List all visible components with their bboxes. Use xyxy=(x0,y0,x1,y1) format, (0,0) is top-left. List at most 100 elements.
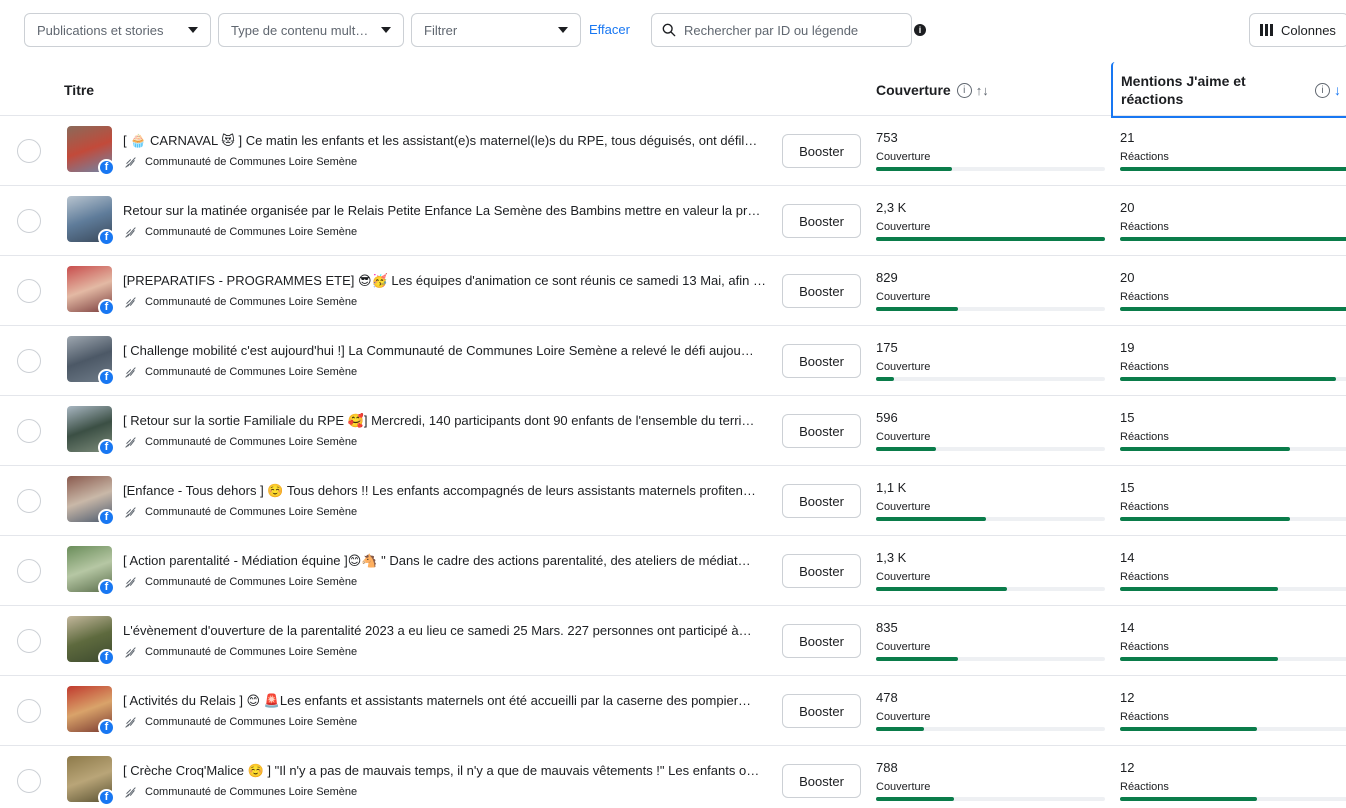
clear-link[interactable]: Effacer xyxy=(589,22,630,37)
boost-button[interactable]: Booster xyxy=(782,764,861,798)
coverage-bar xyxy=(876,167,1105,171)
content-type-dropdown[interactable]: Type de contenu mult… xyxy=(218,13,404,47)
author-name: Communauté de Communes Loire Semène xyxy=(145,786,358,798)
search-icon xyxy=(662,23,676,37)
boost-button[interactable]: Booster xyxy=(782,414,861,448)
reactions-metric: 14 Réactions xyxy=(1120,620,1346,661)
row-select-radio[interactable] xyxy=(17,769,41,793)
boost-button[interactable]: Booster xyxy=(782,204,861,238)
facebook-icon: f xyxy=(98,579,115,596)
row-select-radio[interactable] xyxy=(17,629,41,653)
coverage-bar-fill xyxy=(876,797,954,801)
post-caption[interactable]: [PREPARATIFS - PROGRAMMES ETE] 😎🥳 Les éq… xyxy=(123,273,773,289)
table-row: f Retour sur la matinée organisée par le… xyxy=(0,186,1346,256)
post-caption[interactable]: [ Retour sur la sortie Familiale du RPE … xyxy=(123,413,773,429)
coverage-metric: 835 Couverture xyxy=(876,620,1105,661)
post-caption[interactable]: [ Action parentalité - Médiation équine … xyxy=(123,553,773,569)
boost-button[interactable]: Booster xyxy=(782,484,861,518)
boost-button[interactable]: Booster xyxy=(782,554,861,588)
row-select-radio[interactable] xyxy=(17,279,41,303)
search-input[interactable] xyxy=(684,22,884,38)
reactions-bar-fill xyxy=(1120,797,1257,801)
reactions-label: Réactions xyxy=(1120,291,1169,303)
reactions-bar xyxy=(1120,797,1346,801)
columns-label: Colonnes xyxy=(1281,22,1336,38)
facebook-icon: f xyxy=(98,369,115,386)
reactions-value: 15 xyxy=(1120,410,1135,425)
column-header-coverage[interactable]: Couverture i ↑↓ xyxy=(876,82,989,98)
sort-descending-icon[interactable]: ↓ xyxy=(1334,82,1341,98)
table-row: f [ Retour sur la sortie Familiale du RP… xyxy=(0,396,1346,466)
reactions-metric: 20 Réactions xyxy=(1120,270,1346,311)
reactions-label: Réactions xyxy=(1120,431,1169,443)
author-name: Communauté de Communes Loire Semène xyxy=(145,366,358,378)
reactions-metric: 15 Réactions xyxy=(1120,480,1346,521)
post-author: Communauté de Communes Loire Semène xyxy=(125,716,357,728)
boost-rocket-icon xyxy=(125,786,136,798)
columns-button[interactable]: Colonnes xyxy=(1249,13,1346,47)
caret-down-icon xyxy=(188,27,198,33)
row-select-radio[interactable] xyxy=(17,209,41,233)
info-icon[interactable]: i xyxy=(1315,82,1330,98)
boost-button[interactable]: Booster xyxy=(782,694,861,728)
publications-type-dropdown[interactable]: Publications et stories xyxy=(24,13,211,47)
coverage-value: 596 xyxy=(876,410,898,425)
row-select-radio[interactable] xyxy=(17,419,41,443)
reactions-bar xyxy=(1120,517,1346,521)
post-caption[interactable]: [Enfance - Tous dehors ] ☺️ Tous dehors … xyxy=(123,483,773,499)
post-author: Communauté de Communes Loire Semène xyxy=(125,296,357,308)
row-select-radio[interactable] xyxy=(17,349,41,373)
row-select-radio[interactable] xyxy=(17,489,41,513)
coverage-label: Couverture xyxy=(876,711,931,723)
coverage-bar-fill xyxy=(876,727,925,731)
reactions-value: 20 xyxy=(1120,270,1135,285)
reactions-label: Réactions xyxy=(1120,641,1169,653)
author-name: Communauté de Communes Loire Semène xyxy=(145,506,358,518)
reactions-metric: 19 Réactions xyxy=(1120,340,1346,381)
coverage-label: Couverture xyxy=(876,641,931,653)
coverage-label: Couverture xyxy=(876,501,931,513)
post-author: Communauté de Communes Loire Semène xyxy=(125,506,357,518)
coverage-value: 1,1 K xyxy=(876,480,907,495)
post-caption[interactable]: [ 🧁 CARNAVAL 😻 ] Ce matin les enfants et… xyxy=(123,133,773,149)
info-icon[interactable]: i xyxy=(914,24,926,36)
reactions-bar-fill xyxy=(1120,447,1291,451)
post-caption[interactable]: L'évènement d'ouverture de la parentalit… xyxy=(123,623,773,638)
sort-icon[interactable]: ↑↓ xyxy=(976,83,989,98)
filter-dropdown[interactable]: Filtrer xyxy=(411,13,581,47)
table-row: f [ Crèche Croq'Malice ☺️ ] "Il n'y a pa… xyxy=(0,746,1346,808)
boost-button[interactable]: Booster xyxy=(782,274,861,308)
row-select-radio[interactable] xyxy=(17,699,41,723)
column-header-reactions[interactable]: Mentions J'aime et réactions i ↓ xyxy=(1111,62,1346,118)
table-row: f [ Activités du Relais ] 😊 🚨Les enfants… xyxy=(0,676,1346,746)
boost-button[interactable]: Booster xyxy=(782,134,861,168)
table-row: f [PREPARATIFS - PROGRAMMES ETE] 😎🥳 Les … xyxy=(0,256,1346,326)
reactions-metric: 14 Réactions xyxy=(1120,550,1346,591)
table-row: f [ Challenge mobilité c'est aujourd'hui… xyxy=(0,326,1346,396)
table-row: f [ 🧁 CARNAVAL 😻 ] Ce matin les enfants … xyxy=(0,116,1346,186)
coverage-label: Couverture xyxy=(876,571,931,583)
author-name: Communauté de Communes Loire Semène xyxy=(145,296,358,308)
row-select-radio[interactable] xyxy=(17,139,41,163)
boost-button[interactable]: Booster xyxy=(782,624,861,658)
coverage-label: Couverture xyxy=(876,781,931,793)
row-select-radio[interactable] xyxy=(17,559,41,583)
post-caption[interactable]: [ Crèche Croq'Malice ☺️ ] "Il n'y a pas … xyxy=(123,763,773,779)
reactions-metric: 15 Réactions xyxy=(1120,410,1346,451)
post-caption[interactable]: [ Challenge mobilité c'est aujourd'hui !… xyxy=(123,343,773,358)
coverage-label: Couverture xyxy=(876,431,931,443)
search-box[interactable] xyxy=(651,13,912,47)
coverage-bar-fill xyxy=(876,517,986,521)
column-header-title: Titre xyxy=(64,82,95,98)
coverage-bar xyxy=(876,657,1105,661)
coverage-metric: 596 Couverture xyxy=(876,410,1105,451)
coverage-bar xyxy=(876,307,1105,311)
coverage-bar-fill xyxy=(876,377,895,381)
facebook-icon: f xyxy=(98,159,115,176)
post-caption[interactable]: Retour sur la matinée organisée par le R… xyxy=(123,203,773,218)
post-caption[interactable]: [ Activités du Relais ] 😊 🚨Les enfants e… xyxy=(123,693,773,709)
info-icon[interactable]: i xyxy=(956,82,972,98)
coverage-bar xyxy=(876,797,1105,801)
boost-button[interactable]: Booster xyxy=(782,344,861,378)
reactions-value: 15 xyxy=(1120,480,1135,495)
